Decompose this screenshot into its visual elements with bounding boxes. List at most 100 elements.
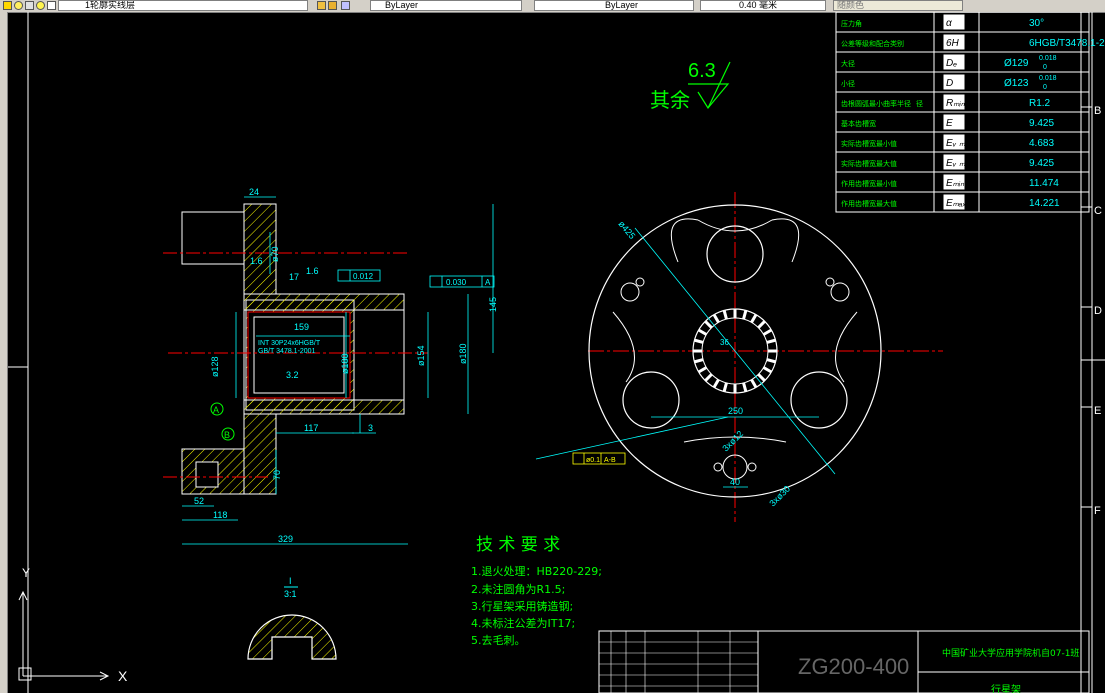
bulb-icon[interactable]: [36, 1, 45, 10]
dim-text: 118: [213, 510, 227, 520]
spline-tooth: [712, 378, 720, 389]
layer-color-icon[interactable]: [47, 1, 56, 10]
spline-tooth: [766, 358, 776, 364]
plotstyle-dropdown[interactable]: 随颜色: [833, 0, 963, 11]
param-symbol: 6H: [946, 38, 960, 49]
param-symbol: Rₘᵢₙ: [946, 98, 966, 109]
param-label: 大径: [841, 59, 855, 68]
param-symbol: Eᵥ ₘₐₓ: [946, 158, 973, 169]
color-dropdown[interactable]: ByLayer: [370, 0, 522, 11]
linetype-dropdown[interactable]: ByLayer: [534, 0, 694, 11]
spline-tooth: [704, 320, 713, 329]
dim-text: 117: [304, 423, 318, 433]
dim-text: 145: [488, 297, 498, 312]
dim-text: ø180: [458, 343, 468, 364]
border-letter: D: [1094, 305, 1102, 317]
spline-parameters-table: 压力角 α 30° 公差等级和配合类别 6H 6HGB/T3478.1-2001 大径 Dₑ Ø…: [835, 11, 1105, 213]
spline-tooth: [712, 313, 720, 324]
param-value: R1.2: [1029, 98, 1051, 109]
param-value: 30°: [1029, 18, 1044, 29]
param-value: Ø129: [1004, 58, 1029, 69]
dim-text: ø425: [616, 219, 637, 241]
param-tol-lower: 0: [1043, 84, 1047, 91]
tech-req-item: 2.未注圆角为R1.5;: [471, 582, 565, 596]
spline-tooth: [742, 310, 748, 320]
lock-icon[interactable]: [25, 1, 34, 10]
param-label: 小径: [841, 79, 855, 88]
layer-dropdown[interactable]: 1轮廓实线层: [58, 0, 308, 11]
tech-req-item: 3.行星架采用铸造钢;: [471, 599, 573, 613]
dim-text: ø0.1: [586, 457, 600, 464]
datum-b: B: [224, 430, 230, 440]
spline-tooth: [766, 338, 776, 344]
datum-a: A: [213, 405, 219, 415]
param-tol-lower: 0: [1043, 64, 1047, 71]
param-symbol: Eᵥ ₘᵢₙ: [946, 138, 971, 149]
spline-tooth: [722, 382, 728, 392]
param-symbol: Dₑ: [946, 58, 957, 69]
param-label: 基本齿槽宽: [841, 119, 876, 128]
dim-text: ø154: [416, 345, 426, 366]
param-value: 11.474: [1029, 178, 1059, 189]
drawing-canvas[interactable]: B C D E F 压力角 α 30° 公差等级和配合类别 6H 6HGB/T3478.1…: [8, 11, 1105, 693]
dim-text: ø128: [210, 356, 220, 377]
dim-text: 17: [289, 272, 299, 282]
param-symbol: D: [946, 78, 953, 89]
technical-requirements: 技 术 要 求 1.退火处理：HB220-229; 2.未注圆角为R1.5; 3…: [471, 535, 602, 647]
lineweight-dropdown[interactable]: 0.40 毫米: [700, 0, 826, 11]
param-label: 公差等级和配合类别: [841, 39, 904, 48]
roughness-prefix: 其余: [650, 88, 690, 112]
dim-text: ø180: [340, 353, 350, 374]
spline-tooth: [750, 313, 758, 324]
tech-req-item: 5.去毛刺。: [471, 634, 526, 647]
spline-tooth: [762, 366, 773, 374]
spline-note: INT 30P24x6HGB/T: [258, 340, 321, 347]
make-current-icon[interactable]: [317, 1, 326, 10]
param-value: 9.425: [1029, 118, 1054, 129]
dim-text: 250: [728, 406, 743, 416]
param-symbol: Eₘᵢₙ: [946, 178, 965, 189]
left-scroll-panel[interactable]: [0, 12, 8, 693]
layer-manager-icon[interactable]: [341, 1, 350, 10]
param-symbol: E: [946, 118, 953, 129]
roughness-symbol: 其余 6.3: [650, 60, 731, 112]
detail-view: I 3:1: [247, 576, 337, 660]
param-extra: 径: [916, 99, 923, 108]
dim-text: 329: [278, 534, 293, 544]
param-label: 实际齿槽宽最小值: [841, 139, 897, 148]
param-value: 6HGB/T3478.1-2001: [1029, 38, 1105, 49]
dim-text: A-B: [604, 457, 616, 464]
spline-tooth: [694, 338, 704, 344]
ucs-y-label: Y: [22, 566, 30, 580]
dim-text: 52: [194, 496, 204, 506]
tech-req-item: 1.退火处理：HB220-229;: [471, 565, 602, 578]
spline-note: GB/T 3478.1-2001: [258, 348, 316, 355]
dim-text: 3: [368, 423, 373, 433]
param-value: Ø123: [1004, 78, 1029, 89]
layer-dropdown-value: 1轮廓实线层: [85, 0, 136, 10]
param-value: 14.221: [1029, 198, 1060, 209]
spline-tooth: [757, 320, 766, 329]
roughness-value: 6.3: [688, 60, 716, 82]
param-symbol: α: [946, 18, 952, 29]
plotstyle-dropdown-value: 随颜色: [837, 0, 865, 10]
dim-text: 1.6: [306, 266, 319, 276]
sun-icon[interactable]: [14, 1, 23, 10]
drawing-number: ZG200-400: [798, 654, 909, 679]
param-label: 作用齿槽宽最小值: [841, 179, 897, 188]
linetype-dropdown-value: ByLayer: [605, 0, 639, 10]
dim-text: 36: [720, 338, 729, 347]
spline-tooth: [750, 378, 758, 389]
spline-tooth: [762, 328, 773, 336]
detail-label: I: [289, 576, 292, 586]
drawing-svg[interactable]: B C D E F 压力角 α 30° 公差等级和配合类别 6H 6HGB/T3478.1…: [8, 11, 1105, 693]
spline-tooth: [742, 382, 748, 392]
layer-previous-icon[interactable]: [328, 1, 337, 10]
layer-icon[interactable]: [3, 1, 12, 10]
border-letter: E: [1094, 405, 1101, 417]
param-label: 作用齿槽宽最大值: [841, 199, 897, 208]
tolerance-value: 0.030: [446, 278, 467, 287]
school-name: 中国矿业大学应用学院机自07-1班: [942, 647, 1079, 659]
tech-req-title: 技 术 要 求: [476, 535, 560, 555]
param-tol-upper: 0.018: [1039, 75, 1057, 82]
